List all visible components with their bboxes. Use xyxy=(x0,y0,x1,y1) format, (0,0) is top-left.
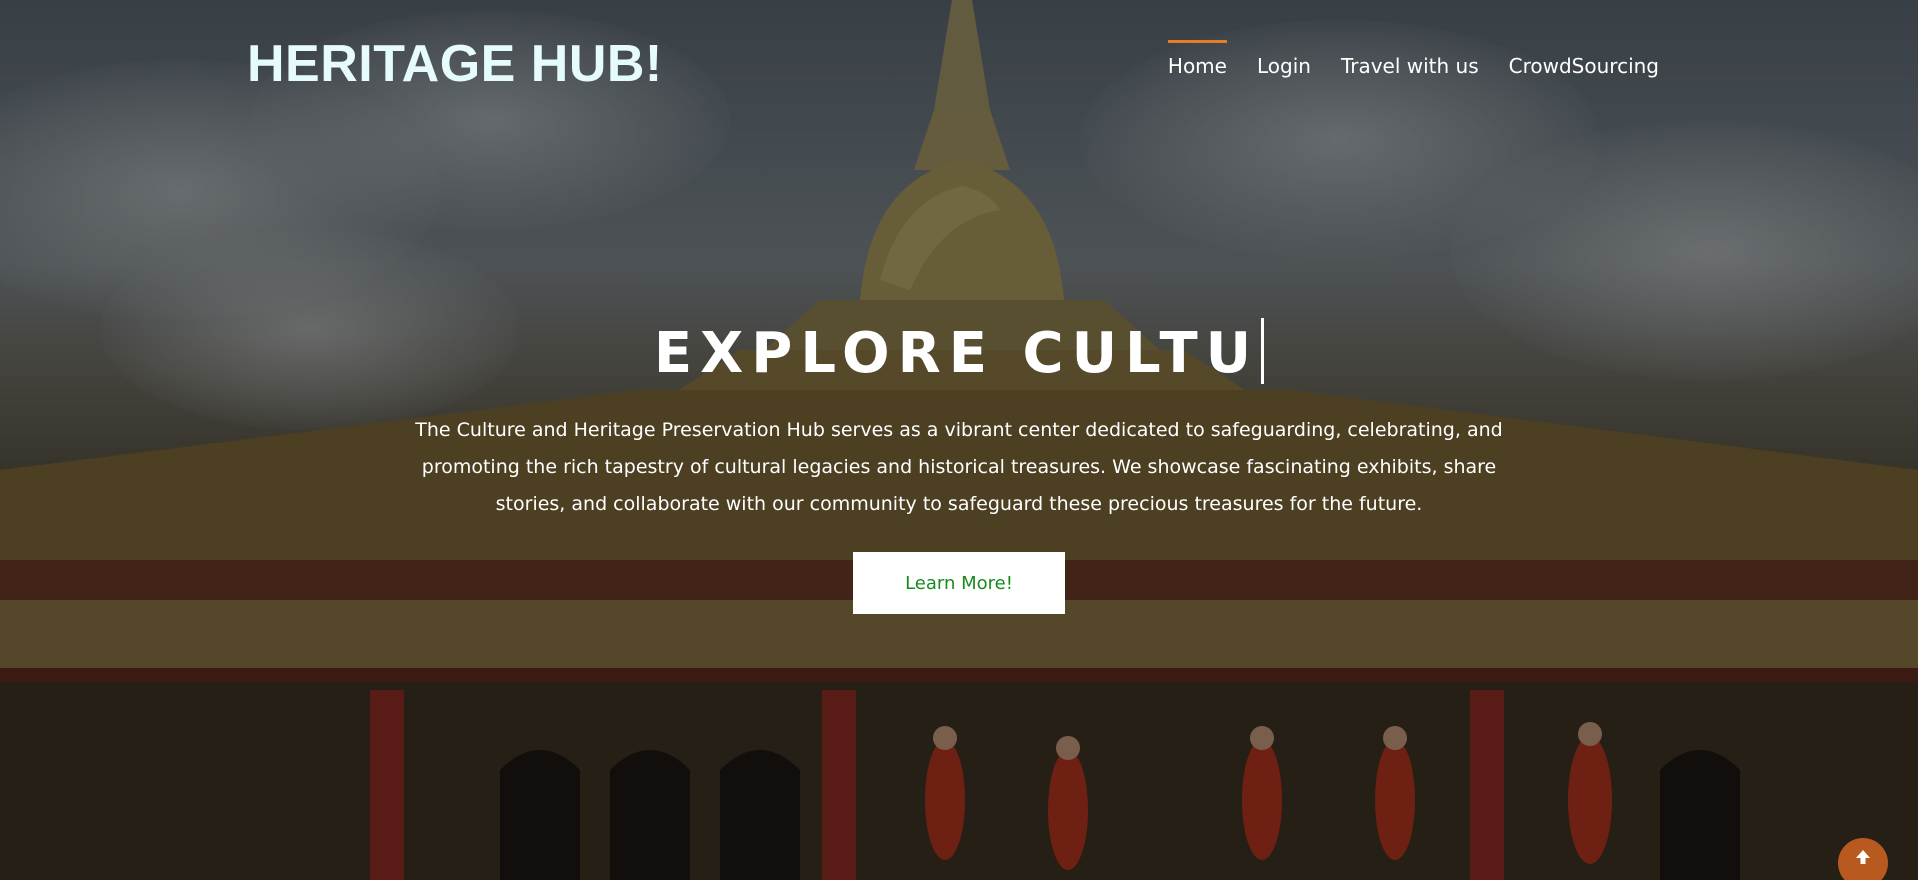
site-logo[interactable]: HERITAGE HUB! xyxy=(247,34,663,94)
back-to-top-button[interactable] xyxy=(1838,838,1888,880)
hero-description: The Culture and Heritage Preservation Hu… xyxy=(415,419,1503,515)
main-nav: Home Login Travel with us CrowdSourcing xyxy=(1167,40,1659,88)
nav-item-crowdsourcing[interactable]: CrowdSourcing xyxy=(1509,40,1659,88)
learn-more-button[interactable]: Learn More! xyxy=(853,552,1065,614)
hero-title: EXPLORE CULTU xyxy=(653,321,1260,386)
nav-item-home[interactable]: Home xyxy=(1167,40,1228,88)
hero-title-wrapper: EXPLORE CULTU xyxy=(0,318,1918,386)
typing-cursor xyxy=(1261,318,1265,384)
nav-item-login[interactable]: Login xyxy=(1257,40,1311,88)
site-header: HERITAGE HUB! Home Login Travel with us … xyxy=(0,0,1918,130)
nav-item-travel-with-us[interactable]: Travel with us xyxy=(1341,40,1479,88)
arrow-up-icon xyxy=(1856,850,1870,864)
